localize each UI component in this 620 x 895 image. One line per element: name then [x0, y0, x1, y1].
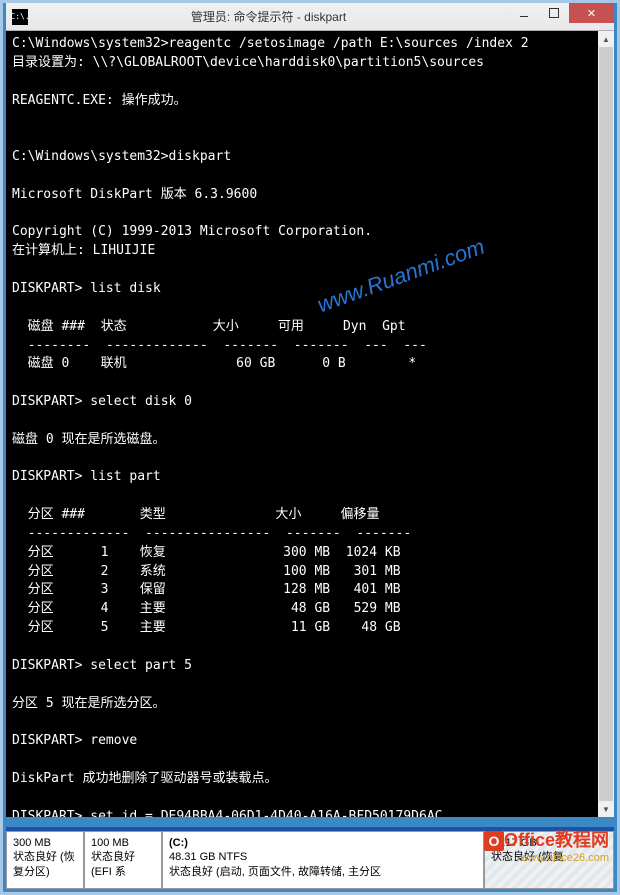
console-line: 分区 1 恢复 300 MB 1024 KB	[12, 545, 401, 560]
console-line: 磁盘 0 联机 60 GB 0 B *	[12, 356, 416, 371]
command-prompt-window: C:\. 管理员: 命令提示符 - diskpart C:\Windows\sy…	[6, 3, 614, 817]
console-line: 在计算机上: LIHUIJIE	[12, 243, 155, 258]
console-line: ------------- ---------------- ------- -…	[12, 526, 411, 541]
console-line: 目录设置为: \\?\GLOBALROOT\device\harddisk0\p…	[12, 55, 484, 70]
console-output[interactable]: C:\Windows\system32>reagentc /setosimage…	[6, 31, 614, 817]
partition-size: 300 MB	[13, 836, 77, 850]
console-line: -------- ------------- ------- ------- -…	[12, 338, 427, 353]
close-button[interactable]	[569, 3, 614, 23]
console-line: DISKPART> set id = DE94BBA4-06D1-4D40-A1…	[12, 809, 442, 817]
console-line: DiskPart 成功地删除了驱动器号或装载点。	[12, 771, 277, 786]
partition-size: 100 MB	[91, 836, 155, 850]
console-line: 分区 3 保留 128 MB 401 MB	[12, 582, 401, 597]
console-line: 分区 5 现在是所选分区。	[12, 696, 165, 711]
console-line: 分区 5 主要 11 GB 48 GB	[12, 620, 401, 635]
console-line: 分区 2 系统 100 MB 301 MB	[12, 564, 401, 579]
console-line: C:\Windows\system32>reagentc /setosimage…	[12, 36, 529, 51]
console-line: 分区 4 主要 48 GB 529 MB	[12, 601, 401, 616]
console-line: Microsoft DiskPart 版本 6.3.9600	[12, 187, 257, 202]
partition-status: 状态良好 (恢复分区)	[13, 850, 77, 879]
console-line: DISKPART> list part	[12, 469, 161, 484]
console-line: DISKPART> select disk 0	[12, 394, 192, 409]
window-controls	[509, 3, 614, 30]
console-line: 分区 ### 类型 大小 偏移量	[12, 507, 379, 522]
window-title: 管理员: 命令提示符 - diskpart	[28, 8, 509, 25]
console-line: DISKPART> select part 5	[12, 658, 192, 673]
partition-label: (C:)	[169, 836, 477, 850]
partition-status: 状态良好 (恢复	[491, 850, 607, 864]
partition-status: 状态良好 (EFI 系	[91, 850, 155, 879]
minimize-button[interactable]	[509, 3, 539, 23]
console-line: REAGENTC.EXE: 操作成功。	[12, 93, 187, 108]
partition-recovery-2[interactable]: 11.17 GB 状态良好 (恢复	[484, 831, 614, 889]
scroll-down-arrow[interactable]: ▼	[598, 801, 614, 817]
scroll-up-arrow[interactable]: ▲	[598, 31, 614, 47]
partition-recovery[interactable]: 300 MB 状态良好 (恢复分区)	[6, 831, 84, 889]
partition-efi[interactable]: 100 MB 状态良好 (EFI 系	[84, 831, 162, 889]
console-line: DISKPART> remove	[12, 733, 137, 748]
console-line: C:\Windows\system32>diskpart	[12, 149, 231, 164]
partition-c-drive[interactable]: (C:) 48.31 GB NTFS 状态良好 (启动, 页面文件, 故障转储,…	[162, 831, 484, 889]
partition-size: 48.31 GB NTFS	[169, 850, 477, 864]
vertical-scrollbar[interactable]: ▲ ▼	[598, 31, 614, 817]
console-line: Copyright (C) 1999-2013 Microsoft Corpor…	[12, 224, 372, 239]
partition-size: 11.17 GB	[491, 836, 607, 850]
console-line: DISKPART> list disk	[12, 281, 161, 296]
app-icon: C:\.	[12, 9, 28, 25]
partition-status: 状态良好 (启动, 页面文件, 故障转储, 主分区	[169, 865, 477, 879]
scroll-thumb[interactable]	[599, 47, 613, 801]
disk-management-panel: 300 MB 状态良好 (恢复分区) 100 MB 状态良好 (EFI 系 (C…	[6, 827, 614, 889]
console-line: 磁盘 ### 状态 大小 可用 Dyn Gpt	[12, 319, 406, 334]
titlebar[interactable]: C:\. 管理员: 命令提示符 - diskpart	[6, 3, 614, 31]
maximize-button[interactable]	[539, 3, 569, 23]
console-line: 磁盘 0 现在是所选磁盘。	[12, 432, 165, 447]
